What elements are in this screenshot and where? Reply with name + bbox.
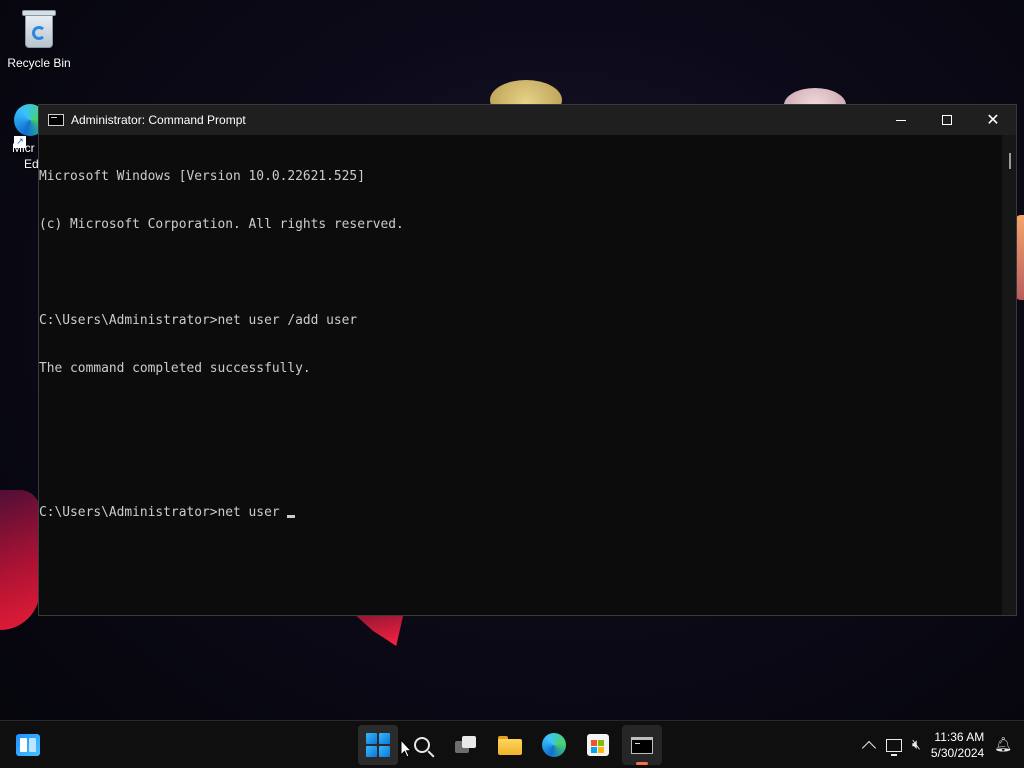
windows-logo-icon <box>366 733 390 757</box>
widgets-icon[interactable] <box>16 734 40 756</box>
system-tray: 🔇︎ 11:36 AM 5/30/2024 🔔︎ <box>850 721 1024 768</box>
start-button[interactable] <box>358 725 398 765</box>
console-icon <box>48 114 64 126</box>
recycle-bin-icon <box>21 8 57 50</box>
text-cursor <box>287 515 296 518</box>
desktop-icon-label: Recycle Bin <box>7 56 71 70</box>
wallpaper-ribbon <box>0 490 40 630</box>
clock[interactable]: 11:36 AM 5/30/2024 <box>931 729 984 761</box>
console-output[interactable]: Microsoft Windows [Version 10.0.22621.52… <box>39 135 1002 615</box>
file-explorer-button[interactable] <box>490 725 530 765</box>
scrollbar-thumb[interactable] <box>1009 153 1011 169</box>
console-line: The command completed successfully. <box>39 361 311 376</box>
mouse-pointer-icon <box>400 739 412 758</box>
wallpaper-ribbon <box>352 612 404 646</box>
task-view-button[interactable] <box>446 725 486 765</box>
console-line: (c) Microsoft Corporation. All rights re… <box>39 217 404 232</box>
store-icon <box>587 734 609 756</box>
caption-buttons: ✕ <box>878 105 1016 135</box>
window-title: Administrator: Command Prompt <box>71 113 246 127</box>
console-prompt-text: C:\Users\Administrator>net user <box>39 505 288 520</box>
close-icon: ✕ <box>986 110 1000 129</box>
network-icon[interactable] <box>886 738 902 756</box>
minimize-button[interactable] <box>878 105 924 135</box>
volume-muted-icon[interactable]: 🔇︎ <box>912 737 921 753</box>
command-prompt-taskbar-button[interactable] <box>622 725 662 765</box>
vertical-scrollbar[interactable] <box>1002 135 1016 615</box>
edge-icon <box>542 733 566 757</box>
close-button[interactable]: ✕ <box>970 105 1016 135</box>
active-app-indicator <box>636 762 648 765</box>
maximize-button[interactable] <box>924 105 970 135</box>
notification-bell-icon[interactable]: 🔔︎ <box>994 737 1012 753</box>
clock-date: 5/30/2024 <box>930 746 985 760</box>
folder-icon <box>498 735 522 755</box>
store-button[interactable] <box>578 725 618 765</box>
console-line: C:\Users\Administrator>net user /add use… <box>39 313 358 328</box>
maximize-icon <box>942 115 952 125</box>
desktop-icon-recycle-bin[interactable]: Recycle Bin <box>1 8 77 70</box>
show-hidden-icons-chevron-icon[interactable] <box>861 740 877 756</box>
title-bar[interactable]: Administrator: Command Prompt ✕ <box>39 105 1016 135</box>
search-icon <box>414 737 430 753</box>
command-prompt-window[interactable]: Administrator: Command Prompt ✕ Microsof… <box>38 104 1017 616</box>
terminal-icon <box>631 736 653 754</box>
edge-button[interactable] <box>534 725 574 765</box>
task-view-icon <box>455 736 477 754</box>
taskbar: 🔇︎ 11:36 AM 5/30/2024 🔔︎ <box>0 720 1024 768</box>
console-line: Microsoft Windows [Version 10.0.22621.52… <box>39 169 365 184</box>
shortcut-arrow-icon: ↗ <box>14 136 26 148</box>
minimize-icon <box>896 119 906 121</box>
console-prompt-line[interactable]: C:\Users\Administrator>net user <box>39 505 1002 521</box>
clock-time: 11:36 AM <box>934 730 985 744</box>
